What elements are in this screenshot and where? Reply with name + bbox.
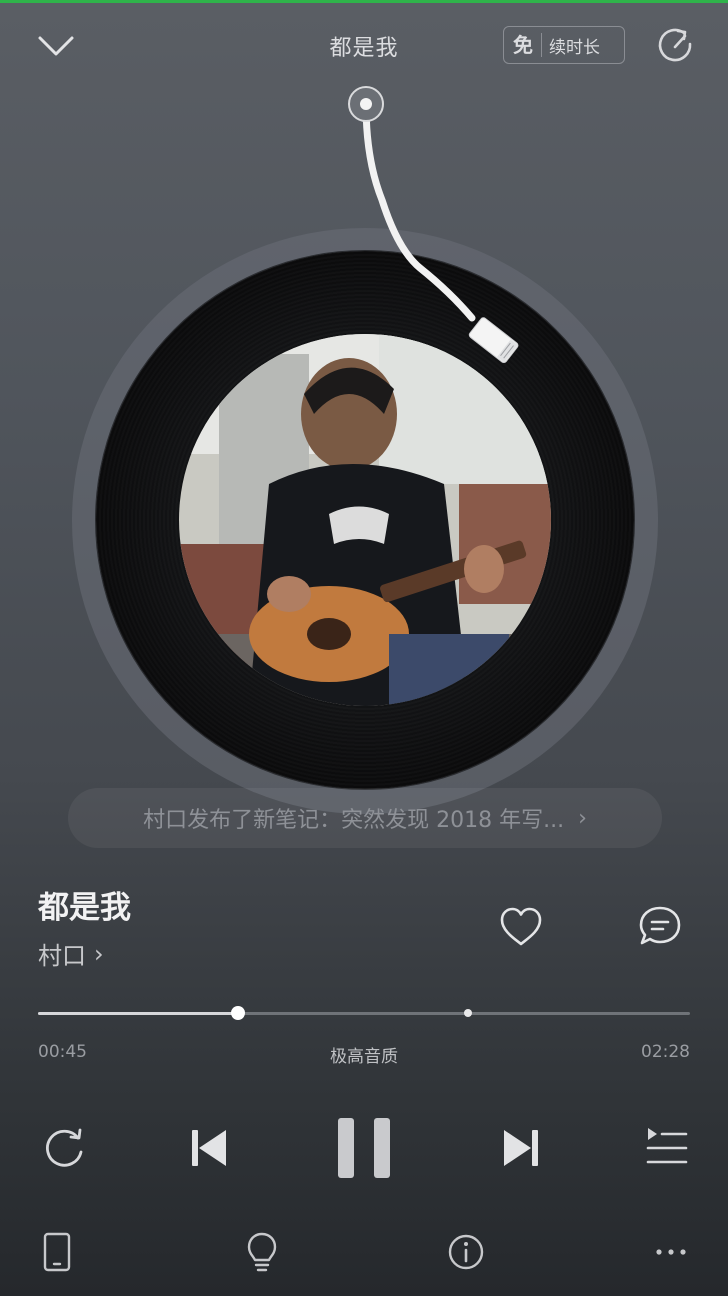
buffer-indicator [463,1009,472,1017]
comment-button[interactable] [636,903,684,951]
refresh-share-icon [658,28,692,62]
like-button[interactable] [497,903,545,951]
pause-icon [338,1118,390,1178]
previous-track-button[interactable] [184,1122,236,1174]
next-track-button[interactable] [494,1122,546,1174]
playlist-button[interactable] [640,1122,692,1174]
progress-played [38,1012,238,1015]
share-button[interactable] [654,24,698,68]
song-title: 都是我 [38,890,131,926]
vip-extend-button[interactable]: 免 续时长 [503,26,625,64]
total-time: 02:28 [641,1042,690,1062]
tips-button[interactable] [238,1228,286,1276]
note-notification-text: 村口发布了新笔记：突然发现 2018 年写... [143,808,565,833]
skip-next-icon [504,1130,538,1166]
artist-chevron: › [94,939,104,968]
audio-quality-button[interactable]: 极高音质 [0,1042,728,1067]
repeat-mode-button[interactable] [38,1122,90,1174]
device-button[interactable] [33,1228,81,1276]
repeat-icon [46,1128,83,1167]
top-accent-line [0,0,728,3]
pause-button[interactable] [330,1112,398,1184]
song-info-button[interactable] [442,1228,490,1276]
skip-previous-icon [192,1130,226,1166]
comment-icon [639,906,681,945]
more-icon [656,1249,686,1255]
progress-thumb[interactable] [230,1006,245,1020]
artist-link[interactable]: 村口 › [38,936,104,971]
heart-icon [500,907,542,946]
note-notification[interactable]: 村口发布了新笔记：突然发现 2018 年写... › [68,788,662,848]
artist-name: 村口 [38,942,86,970]
info-icon [448,1234,484,1270]
album-cover [179,334,551,706]
vip-extend-label: 续时长 [549,37,600,58]
phone-device-icon [43,1232,71,1272]
vip-free-label: 免 [504,33,542,57]
playlist-icon [646,1128,688,1164]
lightbulb-icon [247,1232,277,1272]
more-options-button[interactable] [647,1228,695,1276]
note-notification-arrow: › [578,805,587,831]
